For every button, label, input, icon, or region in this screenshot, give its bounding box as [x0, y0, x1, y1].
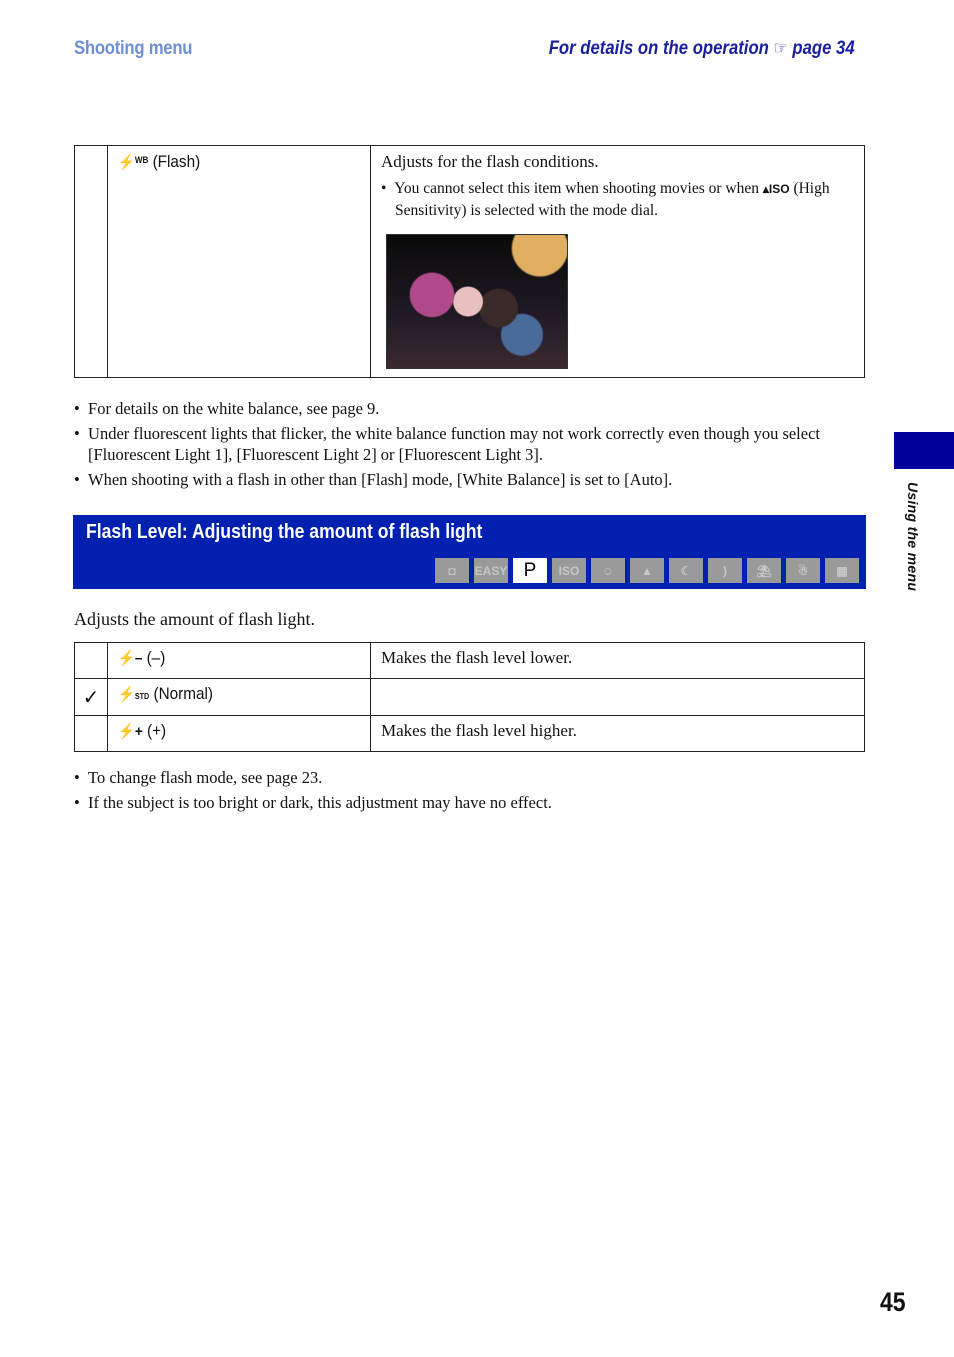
- reference-page-link[interactable]: page 34: [793, 38, 855, 59]
- note-item: • If the subject is too bright or dark, …: [74, 793, 552, 812]
- high-sensitivity-mode-icon: ISO: [552, 558, 586, 583]
- flash-plus-icon: ⚡+: [118, 723, 143, 740]
- auto-camera-mode-icon: ◘: [435, 558, 469, 583]
- pointing-hand-icon: ☞: [773, 38, 789, 58]
- side-tab-marker: [894, 432, 954, 469]
- option-label-cell: ⚡WB (Flash): [107, 145, 371, 378]
- default-mark-cell: [74, 715, 108, 752]
- landscape-mode-icon: ▲: [630, 558, 664, 583]
- operation-reference[interactable]: For details on the operation ☞ page 34: [549, 38, 855, 60]
- option-label-cell: ⚡STD (Normal): [107, 678, 371, 716]
- flash-level-notes: • To change flash mode, see page 23. • I…: [74, 767, 874, 817]
- flash-minus-icon: ⚡–: [118, 650, 143, 667]
- snow-mode-icon: ☃: [786, 558, 820, 583]
- note-item: • For details on the white balance, see …: [74, 399, 380, 418]
- option-label-cell: ⚡+ (+): [107, 715, 371, 752]
- side-tab-label: Using the menu: [905, 482, 921, 592]
- twilight-mode-icon: ): [708, 558, 742, 583]
- flash-level-table: ⚡– (–) Makes the flash level lower. ✓ ⚡S…: [74, 642, 865, 752]
- option-description-cell: Adjusts for the flash conditions. • You …: [370, 145, 865, 378]
- section-title-band: Flash Level: Adjusting the amount of fla…: [73, 515, 866, 589]
- easy-mode-icon: EASY: [474, 558, 508, 583]
- option-description: Makes the flash level lower.: [370, 642, 865, 679]
- shooting-mode-icons: ◘ EASY P ISO ☺ ▲ ☾ ) ⛱ ☃ ▦: [435, 558, 859, 583]
- note-item: • Under fluorescent lights that flicker,…: [74, 424, 821, 464]
- table-row: ✓ ⚡STD (Normal): [74, 678, 865, 716]
- white-balance-table: ⚡WB (Flash) Adjusts for the flash condit…: [74, 145, 865, 378]
- program-mode-icon: P: [513, 558, 547, 583]
- beach-mode-icon: ⛱: [747, 558, 781, 583]
- table-row: ⚡+ (+) Makes the flash level higher.: [74, 715, 865, 752]
- option-description: [370, 678, 865, 716]
- section-header: Shooting menu: [74, 38, 193, 59]
- flash-std-icon: ⚡STD: [118, 686, 150, 703]
- night-scene-flash-photo: [386, 234, 568, 369]
- default-check-icon: ✓: [74, 678, 108, 716]
- option-description: Adjusts for the flash conditions.: [381, 152, 599, 171]
- note-item: • When shooting with a flash in other th…: [74, 470, 673, 489]
- section-title: Flash Level: Adjusting the amount of fla…: [86, 521, 483, 543]
- option-description: Makes the flash level higher.: [370, 715, 865, 752]
- section-intro: Adjusts the amount of flash light.: [74, 609, 315, 629]
- note-item: • To change flash mode, see page 23.: [74, 768, 323, 787]
- option-label-cell: ⚡– (–): [107, 642, 371, 679]
- option-label: (Flash): [152, 152, 201, 171]
- flash-wb-icon: ⚡WB: [118, 154, 149, 171]
- movie-mode-icon: ▦: [825, 558, 859, 583]
- default-mark-cell: [74, 642, 108, 679]
- soft-snap-mode-icon: ☺: [591, 558, 625, 583]
- high-sensitivity-iso-icon: ▴ISO: [762, 182, 790, 196]
- option-note: • You cannot select this item when shoot…: [381, 180, 830, 219]
- default-mark-cell: [74, 145, 108, 378]
- table-row: ⚡– (–) Makes the flash level lower.: [74, 642, 865, 679]
- twilight-portrait-mode-icon: ☾: [669, 558, 703, 583]
- reference-prefix: For details on the operation: [549, 38, 770, 59]
- page-number: 45: [880, 1287, 906, 1317]
- table-row: ⚡WB (Flash) Adjusts for the flash condit…: [74, 145, 865, 378]
- white-balance-notes: • For details on the white balance, see …: [74, 398, 874, 494]
